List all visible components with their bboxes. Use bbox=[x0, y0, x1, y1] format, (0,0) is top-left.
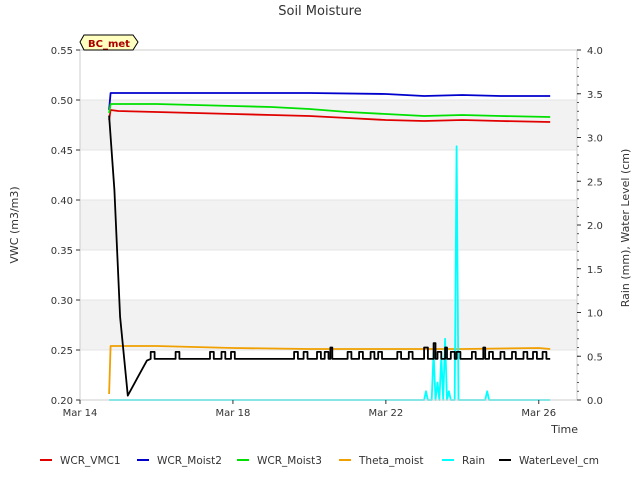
y2-tick-label: 0.5 bbox=[587, 352, 603, 363]
y2-tick-label: 1.0 bbox=[587, 309, 603, 320]
soil-moisture-chart: 0.20 0.25 0.30 0.35 0.40 0.45 0.50 0.55 0.0 0.5 1.… bbox=[8, 4, 632, 467]
y-tick-label: 0.30 bbox=[51, 296, 73, 307]
x-axis-label: Time bbox=[550, 423, 578, 436]
chart-title: Soil Moisture bbox=[278, 4, 362, 19]
badge-label: BC_met bbox=[88, 39, 130, 50]
grid-band bbox=[80, 200, 577, 250]
x-tick-label: Mar 22 bbox=[368, 408, 403, 419]
grid-band bbox=[80, 250, 577, 300]
grid-band bbox=[80, 100, 577, 150]
y2-tick-label: 3.5 bbox=[587, 90, 603, 101]
x-tick-label: Mar 14 bbox=[63, 408, 98, 419]
y-tick-label: 0.35 bbox=[51, 246, 73, 257]
y2-tick-label: 0.0 bbox=[587, 396, 603, 407]
legend-label: WCR_Moist2 bbox=[157, 455, 222, 467]
legend-label: Theta_moist bbox=[358, 455, 424, 467]
chart-root: 0.20 0.25 0.30 0.35 0.40 0.45 0.50 0.55 0.0 0.5 1.… bbox=[0, 0, 640, 480]
legend-label: Rain bbox=[462, 455, 485, 467]
y-tick-label: 0.25 bbox=[51, 346, 73, 357]
legend-label: WCR_VMC1 bbox=[60, 455, 121, 467]
x-tick-label: Mar 18 bbox=[216, 408, 251, 419]
legend-label: WaterLevel_cm bbox=[519, 455, 599, 467]
y-tick-label: 0.50 bbox=[51, 96, 73, 107]
station-badge: BC_met bbox=[79, 34, 139, 51]
y-tick-label: 0.55 bbox=[51, 46, 73, 57]
y-axis-label: VWC (m3/m3) bbox=[8, 186, 21, 263]
y2-tick-label: 3.0 bbox=[587, 134, 603, 145]
y2-axis-label: Rain (mm), Water Level (cm) bbox=[619, 149, 632, 308]
y2-tick-label: 4.0 bbox=[587, 46, 603, 57]
x-tick-label: Mar 26 bbox=[521, 408, 556, 419]
y-tick-label: 0.40 bbox=[51, 196, 73, 207]
legend-label: WCR_Moist3 bbox=[257, 455, 322, 467]
grid-band bbox=[80, 300, 577, 350]
y2-tick-label: 2.5 bbox=[587, 177, 603, 188]
legend: WCR_VMC1 WCR_Moist2 WCR_Moist3 Theta_moist R… bbox=[40, 455, 599, 467]
y-tick-label: 0.45 bbox=[51, 146, 73, 157]
y-tick-label: 0.20 bbox=[51, 396, 73, 407]
grid-band bbox=[80, 150, 577, 200]
background-bands bbox=[80, 49, 577, 401]
y2-tick-label: 1.5 bbox=[587, 265, 603, 276]
y2-tick-label: 2.0 bbox=[587, 221, 603, 232]
